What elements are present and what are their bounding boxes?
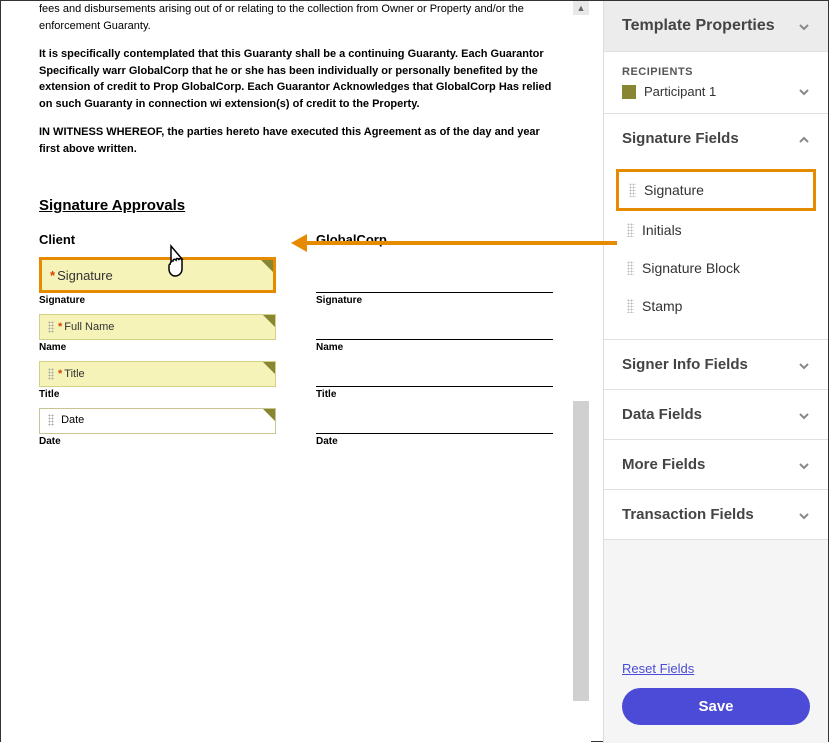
signer-info-fields-section: Signer Info Fields xyxy=(604,340,828,390)
more-fields-section: More Fields xyxy=(604,440,828,490)
section-label: Signature Fields xyxy=(622,130,739,147)
doc-paragraph: fees and disbursements arising out of or… xyxy=(39,1,553,34)
section-label: Data Fields xyxy=(622,406,702,423)
field-corner-icon xyxy=(261,260,273,272)
field-item-stamp[interactable]: Stamp xyxy=(616,287,816,325)
chevron-down-icon xyxy=(798,409,810,421)
signature-fields-section: Signature Fields Signature Initials Sign… xyxy=(604,114,828,340)
placed-field-label: Date xyxy=(61,414,84,426)
field-item-initials[interactable]: Initials xyxy=(616,211,816,249)
client-header: Client xyxy=(39,232,276,247)
chevron-down-icon xyxy=(798,459,810,471)
data-fields-header[interactable]: Data Fields xyxy=(604,390,828,439)
recipients-section: RECIPIENTS Participant 1 xyxy=(604,52,828,114)
doc-paragraph: IN WITNESS WHEREOF, the parties hereto h… xyxy=(39,124,553,157)
recipients-label: RECIPIENTS xyxy=(622,66,810,78)
field-caption: Title xyxy=(316,389,553,400)
field-caption: Date xyxy=(316,436,553,447)
client-column: Client * Signature Signature * Full Name… xyxy=(39,232,276,455)
required-star-icon: * xyxy=(58,321,62,333)
scroll-up-button[interactable]: ▲ xyxy=(573,1,589,15)
section-title: Signature Approvals xyxy=(39,197,553,214)
drag-handle-icon xyxy=(48,321,54,333)
signature-fields-header[interactable]: Signature Fields xyxy=(604,114,828,163)
field-item-label: Stamp xyxy=(642,298,682,314)
chevron-down-icon xyxy=(798,509,810,521)
placed-field-label: Full Name xyxy=(64,321,114,333)
section-label: Transaction Fields xyxy=(622,506,754,523)
field-caption: Signature xyxy=(39,295,276,306)
drag-handle-icon xyxy=(48,368,54,380)
participant-selector[interactable]: Participant 1 xyxy=(622,84,810,99)
field-corner-icon xyxy=(263,409,275,421)
chevron-down-icon xyxy=(798,86,810,98)
globalcorp-header: GlobalCorp xyxy=(316,232,553,247)
placed-field-label: Signature xyxy=(57,268,113,283)
reset-fields-link[interactable]: Reset Fields xyxy=(622,661,694,676)
properties-sidebar: Template Properties RECIPIENTS Participa… xyxy=(603,1,828,743)
save-button[interactable]: Save xyxy=(622,688,810,725)
participant-name: Participant 1 xyxy=(644,84,790,99)
field-caption: Name xyxy=(316,342,553,353)
field-item-signature-block[interactable]: Signature Block xyxy=(616,249,816,287)
section-label: Signer Info Fields xyxy=(622,356,748,373)
panel-title: Template Properties xyxy=(622,17,775,35)
field-caption: Signature xyxy=(316,295,553,306)
field-item-signature[interactable]: Signature xyxy=(616,169,816,211)
field-corner-icon xyxy=(263,315,275,327)
chevron-down-icon xyxy=(798,359,810,371)
placed-date-field[interactable]: Date xyxy=(39,408,276,434)
doc-paragraph: It is specifically contemplated that thi… xyxy=(39,46,553,112)
empty-signature-line[interactable] xyxy=(316,257,553,293)
section-label: More Fields xyxy=(622,456,705,473)
placed-field-label: Title xyxy=(64,368,84,380)
drag-handle-icon xyxy=(627,299,634,313)
field-caption: Name xyxy=(39,342,276,353)
drag-handle-icon xyxy=(48,414,54,426)
field-item-label: Signature Block xyxy=(642,260,740,276)
data-fields-section: Data Fields xyxy=(604,390,828,440)
field-caption: Date xyxy=(39,436,276,447)
transaction-fields-section: Transaction Fields xyxy=(604,490,828,540)
chevron-down-icon xyxy=(798,20,810,32)
document-canvas: fees and disbursements arising out of or… xyxy=(1,1,591,743)
template-properties-header[interactable]: Template Properties xyxy=(604,1,828,52)
placed-signature-field[interactable]: * Signature xyxy=(39,257,276,293)
signer-info-fields-header[interactable]: Signer Info Fields xyxy=(604,340,828,389)
required-star-icon: * xyxy=(50,268,55,283)
field-item-label: Initials xyxy=(642,222,682,238)
field-corner-icon xyxy=(263,362,275,374)
transaction-fields-header[interactable]: Transaction Fields xyxy=(604,490,828,539)
placed-title-field[interactable]: * Title xyxy=(39,361,276,387)
placed-fullname-field[interactable]: * Full Name xyxy=(39,314,276,340)
scrollbar-track[interactable] xyxy=(573,401,589,701)
empty-name-line[interactable] xyxy=(316,314,553,340)
required-star-icon: * xyxy=(58,368,62,380)
empty-date-line[interactable] xyxy=(316,408,553,434)
more-fields-header[interactable]: More Fields xyxy=(604,440,828,489)
drag-handle-icon xyxy=(629,183,636,197)
field-item-label: Signature xyxy=(644,182,704,198)
field-caption: Title xyxy=(39,389,276,400)
globalcorp-column: GlobalCorp Signature Name Title Date xyxy=(316,232,553,455)
empty-title-line[interactable] xyxy=(316,361,553,387)
drag-handle-icon xyxy=(627,223,634,237)
drag-handle-icon xyxy=(627,261,634,275)
participant-color-swatch xyxy=(622,85,636,99)
chevron-up-icon xyxy=(798,133,810,145)
